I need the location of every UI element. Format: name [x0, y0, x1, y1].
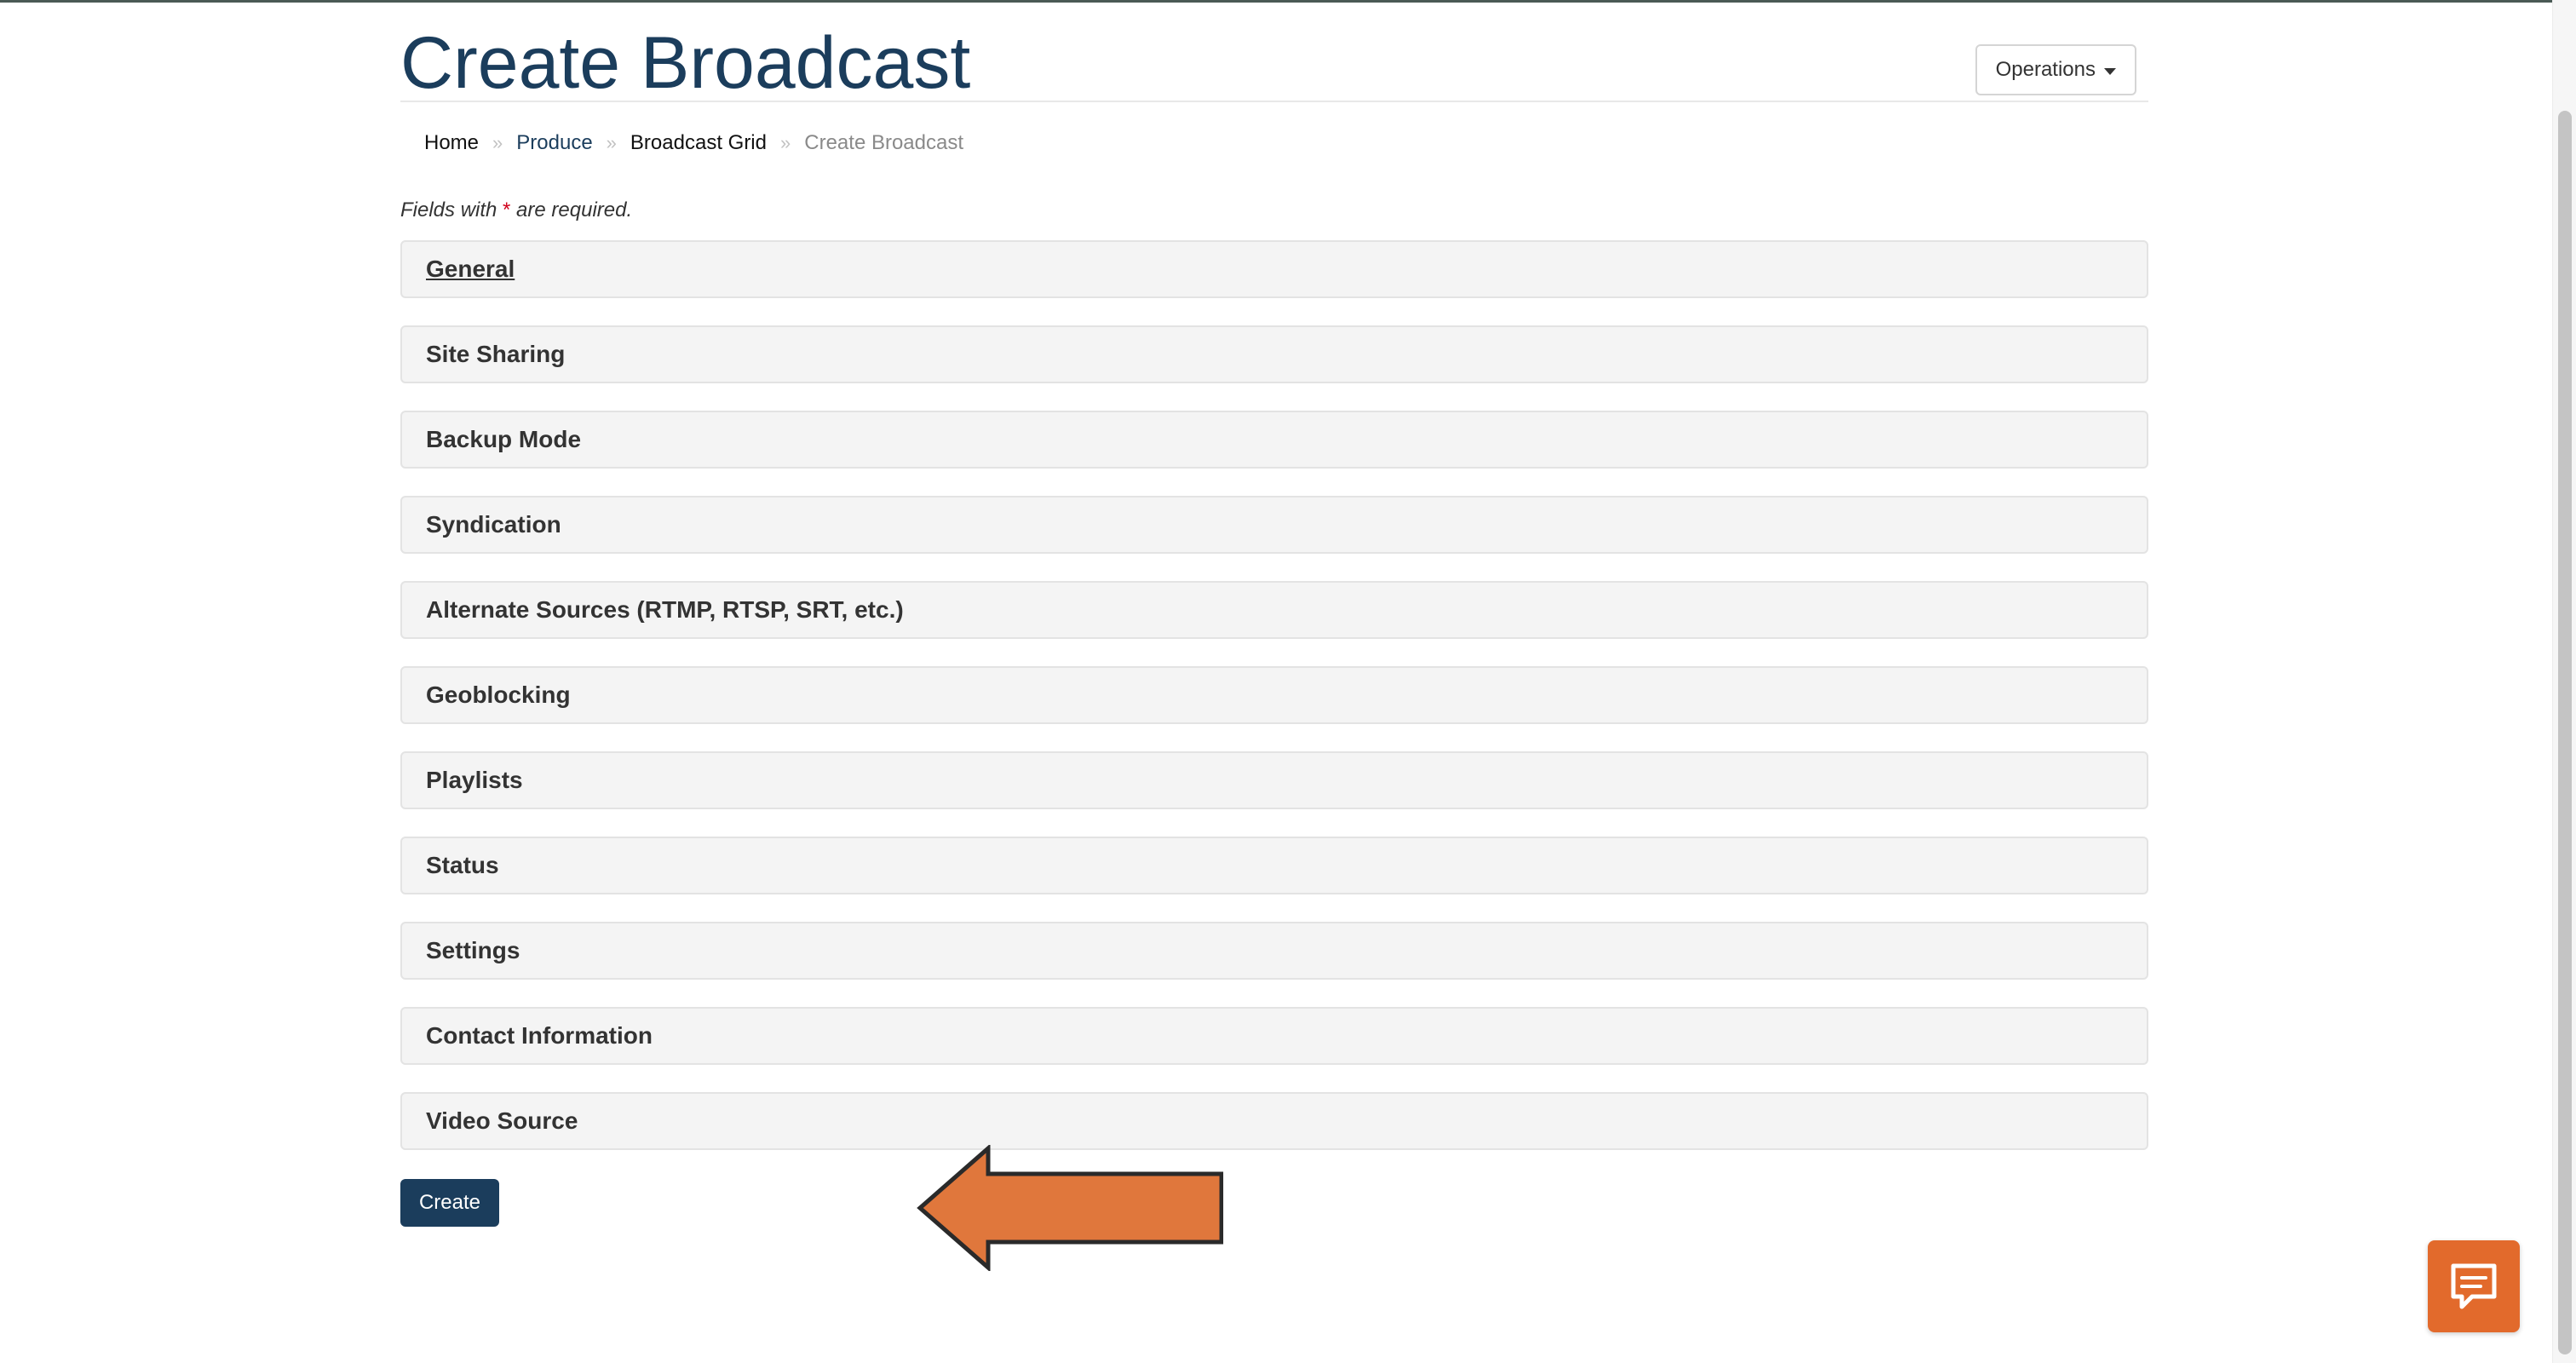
section-backup-mode[interactable]: Backup Mode [400, 411, 2148, 469]
section-label: Playlists [426, 767, 523, 793]
breadcrumb-current: Create Broadcast [804, 131, 964, 154]
breadcrumb-separator: » [780, 132, 791, 153]
section-alternate-sources[interactable]: Alternate Sources (RTMP, RTSP, SRT, etc.… [400, 581, 2148, 639]
section-label: Settings [426, 937, 520, 963]
section-contact-information[interactable]: Contact Information [400, 1007, 2148, 1065]
section-geoblocking[interactable]: Geoblocking [400, 666, 2148, 724]
section-label: Status [426, 852, 499, 878]
form-sections: General Site Sharing Backup Mode Syndica… [400, 240, 2148, 1177]
breadcrumb: Home » Produce » Broadcast Grid » Create… [424, 129, 963, 157]
arrow-left-icon [917, 1145, 1223, 1271]
breadcrumb-produce[interactable]: Produce [516, 129, 592, 157]
section-syndication[interactable]: Syndication [400, 496, 2148, 554]
section-label: General [426, 256, 515, 282]
section-label: Contact Information [426, 1022, 653, 1049]
breadcrumb-broadcast-grid[interactable]: Broadcast Grid [630, 129, 767, 157]
required-note-suffix: are required. [510, 198, 633, 221]
section-video-source[interactable]: Video Source [400, 1092, 2148, 1150]
section-status[interactable]: Status [400, 837, 2148, 894]
caret-down-icon [2104, 68, 2116, 75]
operations-label: Operations [1995, 58, 2096, 81]
breadcrumb-separator: » [606, 132, 617, 153]
chat-button[interactable] [2428, 1240, 2520, 1332]
breadcrumb-home[interactable]: Home [424, 129, 479, 157]
chat-bubble-icon [2451, 1263, 2497, 1309]
section-label: Geoblocking [426, 682, 571, 708]
section-settings[interactable]: Settings [400, 922, 2148, 980]
vertical-scrollbar[interactable] [2552, 0, 2576, 1363]
page-container: Create Broadcast Operations Home » Produ… [400, 0, 2148, 1271]
section-label: Syndication [426, 511, 561, 538]
required-fields-note: Fields with * are required. [400, 198, 632, 222]
page-header: Create Broadcast Operations [400, 0, 2148, 104]
breadcrumb-separator: » [492, 132, 503, 153]
section-label: Backup Mode [426, 426, 582, 452]
scrollbar-thumb[interactable] [2558, 111, 2572, 1354]
required-star: * [503, 198, 511, 221]
section-site-sharing[interactable]: Site Sharing [400, 325, 2148, 383]
section-label: Alternate Sources (RTMP, RTSP, SRT, etc.… [426, 596, 904, 623]
section-label: Video Source [426, 1107, 578, 1134]
section-playlists[interactable]: Playlists [400, 751, 2148, 809]
operations-dropdown-button[interactable]: Operations [1975, 44, 2136, 95]
section-label: Site Sharing [426, 341, 566, 367]
required-note-prefix: Fields with [400, 198, 503, 221]
create-button[interactable]: Create [400, 1179, 499, 1227]
page-title: Create Broadcast [400, 22, 971, 104]
section-general[interactable]: General [400, 240, 2148, 298]
